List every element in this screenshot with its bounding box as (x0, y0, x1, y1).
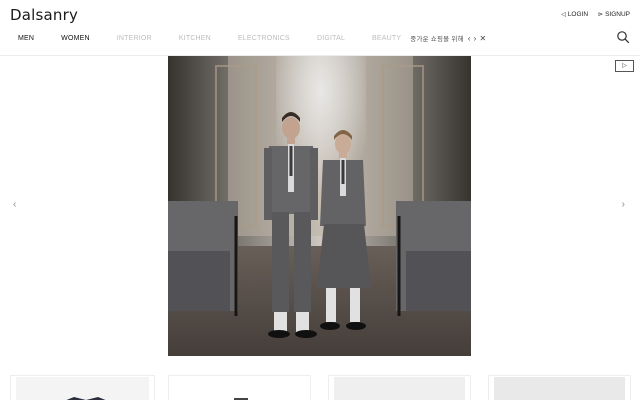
nav-next-icon[interactable]: › (474, 34, 477, 43)
nav-item-interior[interactable]: INTERIOR (117, 35, 152, 42)
site-header: Dalsanry ◁ LOGIN ⊳ SIGNUP MEN WOMEN INTE… (0, 0, 640, 56)
nav-item-men[interactable]: MEN (18, 35, 34, 42)
nav-prev-icon[interactable]: ‹ (468, 34, 471, 43)
nav-item-electronics[interactable]: ELECTRONICS (238, 35, 290, 42)
product-card[interactable] (10, 375, 155, 400)
nav-special-banner[interactable]: 중가운 쇼핑몰 위해 (410, 33, 463, 43)
hero-banner-image[interactable] (168, 56, 471, 356)
product-card-row (0, 375, 640, 400)
nav-item-digital[interactable]: DIGITAL (317, 35, 345, 42)
slider-next-icon[interactable]: › (622, 199, 625, 210)
search-icon[interactable] (616, 30, 630, 44)
slider-prev-icon[interactable]: ‹ (13, 199, 16, 210)
product-card[interactable] (328, 375, 471, 400)
play-pause-button[interactable]: ▷ (615, 60, 634, 72)
signup-icon: ⊳ (598, 12, 604, 18)
nav-item-beauty[interactable]: BEAUTY (372, 35, 401, 42)
product-thumb-art (234, 398, 248, 400)
nav-item-women[interactable]: WOMEN (61, 35, 90, 42)
signup-link[interactable]: ⊳ SIGNUP (598, 11, 630, 18)
login-link[interactable]: ◁ LOGIN (561, 11, 588, 18)
category-nav: MEN WOMEN INTERIOR KITCHEN ELECTRONICS D… (18, 33, 487, 44)
product-thumbnail (174, 377, 305, 400)
auth-links: ◁ LOGIN ⊳ SIGNUP (561, 11, 630, 18)
signup-label: SIGNUP (605, 11, 630, 18)
hero-photo (168, 56, 471, 356)
product-thumbnail (334, 377, 465, 400)
product-card[interactable] (168, 375, 311, 400)
product-card[interactable] (488, 375, 631, 400)
product-thumb-art (66, 397, 106, 400)
login-label: LOGIN (567, 11, 589, 18)
nav-item-kitchen[interactable]: KITCHEN (179, 35, 211, 42)
nav-close-icon[interactable]: ✕ (479, 34, 486, 43)
product-thumbnail (494, 377, 625, 400)
login-icon: ◁ (561, 12, 566, 18)
site-logo[interactable]: Dalsanry (10, 6, 78, 24)
product-thumbnail (16, 377, 149, 400)
nav-arrow-group: ‹ › ✕ (468, 34, 487, 43)
hero-slider: ‹ › ▷ (0, 56, 640, 366)
